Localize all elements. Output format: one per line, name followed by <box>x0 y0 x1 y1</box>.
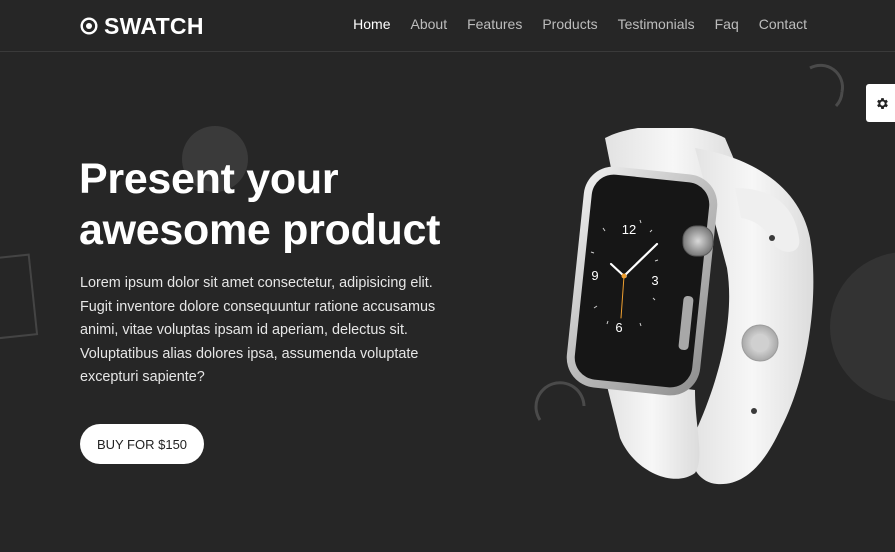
buy-button[interactable]: BUY FOR $150 <box>80 424 204 464</box>
nav-item-faq[interactable]: Faq <box>715 16 739 32</box>
watch-dial-number: 9 <box>591 268 598 283</box>
brand-logo[interactable]: SWATCH <box>80 12 204 40</box>
page: SWATCH Home About Features Products Test… <box>0 0 895 552</box>
navbar: SWATCH Home About Features Products Test… <box>0 0 895 52</box>
nav-item-contact[interactable]: Contact <box>759 16 807 32</box>
decorative-arc <box>809 63 844 108</box>
watch-dial-number: 3 <box>651 273 658 288</box>
hero-title-line: awesome product <box>79 206 441 254</box>
gear-icon <box>876 97 888 109</box>
target-icon <box>80 17 98 35</box>
decorative-circle <box>830 252 895 402</box>
hero-title-line: Present your <box>79 155 339 203</box>
decorative-square <box>0 253 39 341</box>
nav-menu: Home About Features Products Testimonial… <box>353 16 807 34</box>
hero-description: Lorem ipsum dolor sit amet consectetur, … <box>80 275 436 385</box>
nav-item-home[interactable]: Home <box>353 16 390 32</box>
nav-item-features[interactable]: Features <box>467 16 522 32</box>
nav-item-about[interactable]: About <box>411 16 448 32</box>
nav-item-testimonials[interactable]: Testimonials <box>618 16 695 32</box>
brand-name: SWATCH <box>104 12 204 39</box>
product-watch-image: 12 3 6 9 <box>566 128 814 485</box>
watch-dial-number: 6 <box>615 320 622 335</box>
watch-dial-number: 12 <box>622 222 636 237</box>
nav-item-products[interactable]: Products <box>542 16 597 32</box>
settings-toggle-button[interactable] <box>866 84 895 122</box>
hero-title: Present your awesome product <box>79 154 499 256</box>
